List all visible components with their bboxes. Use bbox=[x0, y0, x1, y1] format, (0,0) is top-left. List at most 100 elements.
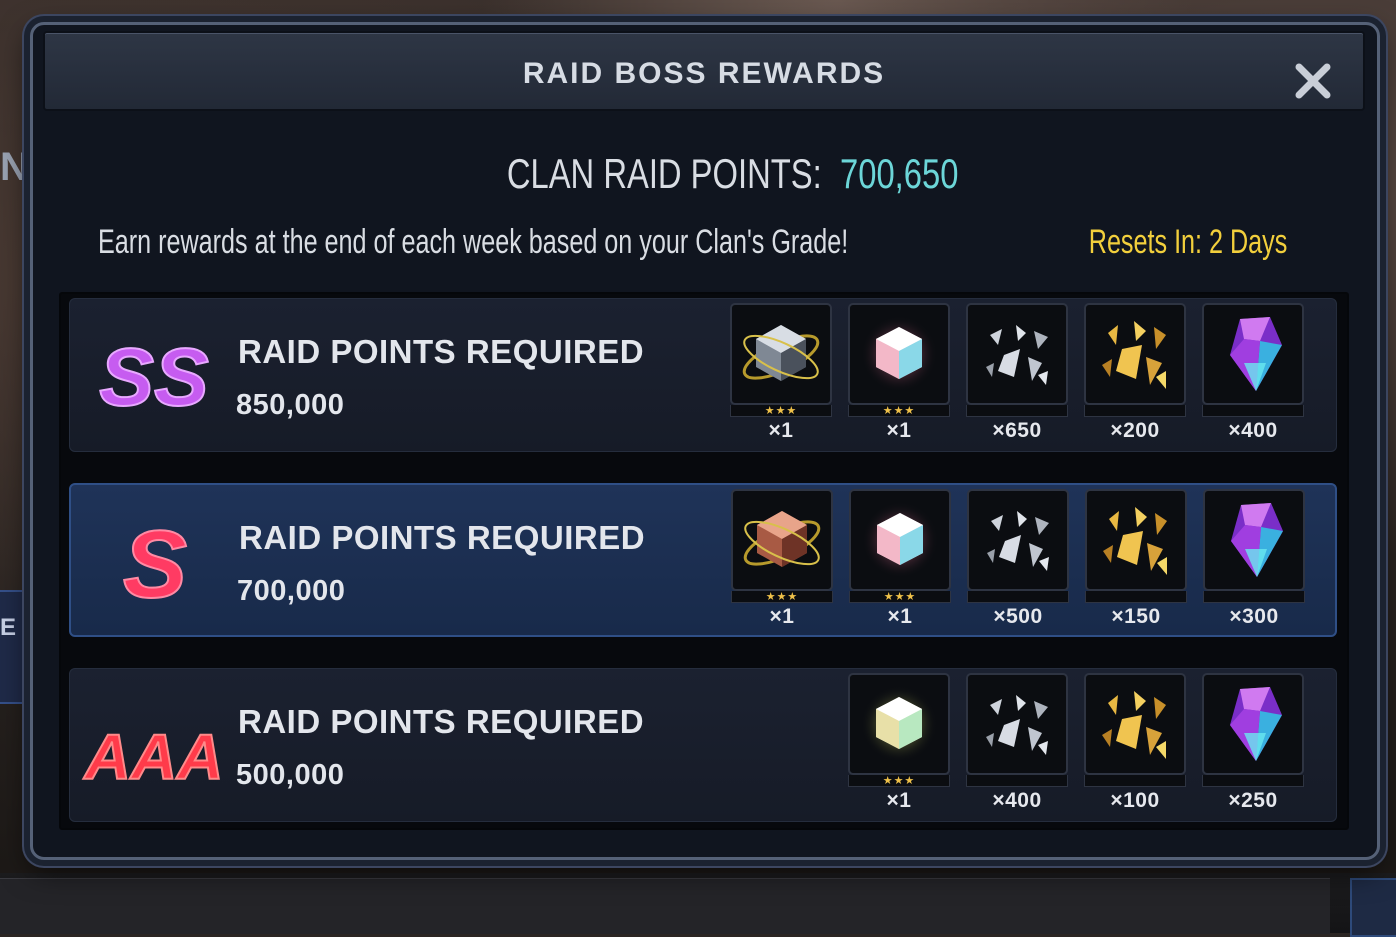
reward-stars bbox=[1202, 775, 1304, 787]
reward-quantity: ×300 bbox=[1229, 605, 1279, 628]
shards-icon bbox=[987, 511, 1049, 571]
reward-frame bbox=[731, 489, 833, 591]
background-bottom-button bbox=[1350, 878, 1396, 937]
background-side-tab bbox=[0, 590, 28, 704]
tier-row-s: S RAID POINTS REQUIRED 700,000 ★★★ ×1 ★★★ ×1… bbox=[69, 483, 1337, 637]
reward-item[interactable]: ×400 bbox=[1202, 303, 1304, 443]
gold-shards-icon bbox=[1103, 507, 1167, 575]
grade-s-icon: S bbox=[122, 510, 188, 619]
grade-badge: SS bbox=[92, 325, 216, 425]
modal-title: RAID BOSS REWARDS bbox=[522, 57, 886, 90]
modal-header: RAID BOSS REWARDS bbox=[43, 31, 1365, 111]
rewards-description: Earn rewards at the end of each week bas… bbox=[98, 223, 849, 261]
purple-crystal-icon bbox=[1230, 687, 1282, 761]
reward-frame bbox=[967, 489, 1069, 591]
reward-quantity: ×400 bbox=[1228, 419, 1278, 442]
bronze-cube-icon bbox=[743, 511, 821, 567]
reward-quantity: ×1 bbox=[768, 419, 794, 442]
reward-stars bbox=[1084, 405, 1186, 417]
reset-timer: Resets In: 2 Days bbox=[1088, 223, 1287, 261]
reward-quantity: ×500 bbox=[993, 605, 1043, 628]
tier-label: RAID POINTS REQUIRED bbox=[238, 333, 645, 370]
reward-stars: ★★★ bbox=[730, 405, 832, 417]
reward-frame bbox=[849, 489, 951, 591]
reward-frame bbox=[848, 673, 950, 775]
background-tab-letter: E bbox=[0, 614, 17, 641]
grade-aaa-icon: AAA bbox=[82, 720, 225, 794]
grade-badge: S bbox=[93, 510, 217, 619]
reward-quantity: ×100 bbox=[1110, 789, 1160, 812]
tier-points: 850,000 bbox=[236, 389, 345, 421]
tier-label: RAID POINTS REQUIRED bbox=[239, 519, 646, 556]
points-value: 700,650 bbox=[839, 150, 959, 197]
svg-text:SS: SS bbox=[99, 332, 208, 423]
reward-stars: ★★★ bbox=[849, 591, 951, 603]
reward-item[interactable]: ×100 bbox=[1084, 673, 1186, 813]
purple-crystal-icon bbox=[1231, 503, 1283, 577]
reward-frame bbox=[966, 303, 1068, 405]
gold-shards-icon bbox=[1102, 321, 1166, 389]
reward-item[interactable]: ★★★ ×1 bbox=[731, 489, 833, 629]
close-button[interactable] bbox=[1293, 61, 1333, 101]
svg-text:S: S bbox=[123, 511, 187, 618]
svg-text:AAA: AAA bbox=[83, 721, 224, 793]
shards-icon bbox=[986, 695, 1048, 755]
silver-cube-icon bbox=[742, 325, 820, 381]
reward-item[interactable]: ×300 bbox=[1203, 489, 1305, 629]
tier-row-aaa: AAA RAID POINTS REQUIRED 500,000 ★★★ ×1 ×40… bbox=[69, 668, 1337, 822]
reward-frame bbox=[1202, 303, 1304, 405]
reward-quantity: ×1 bbox=[887, 605, 913, 628]
reward-stars bbox=[967, 591, 1069, 603]
reward-item[interactable]: ×400 bbox=[966, 673, 1068, 813]
points-label: CLAN RAID POINTS: bbox=[507, 150, 822, 197]
reward-stars: ★★★ bbox=[848, 405, 950, 417]
reward-stars: ★★★ bbox=[848, 775, 950, 787]
reward-item[interactable]: ★★★ ×1 bbox=[848, 303, 950, 443]
reward-quantity: ×200 bbox=[1110, 419, 1160, 442]
gold-crystal-icon bbox=[861, 686, 937, 762]
purple-crystal-icon bbox=[1230, 317, 1282, 391]
tier-label: RAID POINTS REQUIRED bbox=[238, 703, 645, 740]
reward-quantity: ×400 bbox=[992, 789, 1042, 812]
reward-frame bbox=[1084, 673, 1186, 775]
reward-frame bbox=[966, 673, 1068, 775]
tier-points: 700,000 bbox=[237, 575, 346, 607]
reward-quantity: ×1 bbox=[886, 419, 912, 442]
close-icon bbox=[1295, 63, 1331, 99]
reward-item[interactable]: ×250 bbox=[1202, 673, 1304, 813]
clan-raid-points: CLAN RAID POINTS: 700,650 bbox=[33, 150, 1377, 198]
shards-icon bbox=[986, 325, 1048, 385]
reward-frame bbox=[1203, 489, 1305, 591]
grade-ss-icon: SS bbox=[98, 331, 209, 424]
tier-list: SS RAID POINTS REQUIRED 850,000 ★★★ ×1 ★★★ ×… bbox=[59, 292, 1349, 830]
reward-stars bbox=[1203, 591, 1305, 603]
tier-points: 500,000 bbox=[236, 759, 345, 791]
reward-item[interactable]: ×200 bbox=[1084, 303, 1186, 443]
reward-frame bbox=[1202, 673, 1304, 775]
reward-item[interactable]: ★★★ ×1 bbox=[730, 303, 832, 443]
reward-item[interactable]: ★★★ ×1 bbox=[849, 489, 951, 629]
reward-stars bbox=[1085, 591, 1187, 603]
reward-stars bbox=[966, 775, 1068, 787]
reward-item[interactable]: ★★★ ×1 bbox=[848, 673, 950, 813]
reward-quantity: ×1 bbox=[886, 789, 912, 812]
raid-rewards-modal: RAID BOSS REWARDS CLAN RAID POINTS: 700,6… bbox=[30, 22, 1380, 860]
background-bottom-panel bbox=[0, 878, 1330, 934]
reward-stars bbox=[966, 405, 1068, 417]
reward-quantity: ×650 bbox=[992, 419, 1042, 442]
reward-stars: ★★★ bbox=[731, 591, 833, 603]
reward-frame bbox=[730, 303, 832, 405]
reward-frame bbox=[1084, 303, 1186, 405]
reward-item[interactable]: ×650 bbox=[966, 303, 1068, 443]
reward-item[interactable]: ×150 bbox=[1085, 489, 1187, 629]
tier-row-ss: SS RAID POINTS REQUIRED 850,000 ★★★ ×1 ★★★ ×… bbox=[69, 298, 1337, 452]
reward-quantity: ×150 bbox=[1111, 605, 1161, 628]
reward-stars bbox=[1202, 405, 1304, 417]
reward-frame bbox=[1085, 489, 1187, 591]
reward-item[interactable]: ×500 bbox=[967, 489, 1069, 629]
grade-badge: AAA bbox=[82, 695, 225, 795]
crystal-cube-icon bbox=[862, 502, 938, 578]
background-letter: N bbox=[0, 145, 29, 189]
reward-quantity: ×250 bbox=[1228, 789, 1278, 812]
gold-shards-icon bbox=[1102, 691, 1166, 759]
